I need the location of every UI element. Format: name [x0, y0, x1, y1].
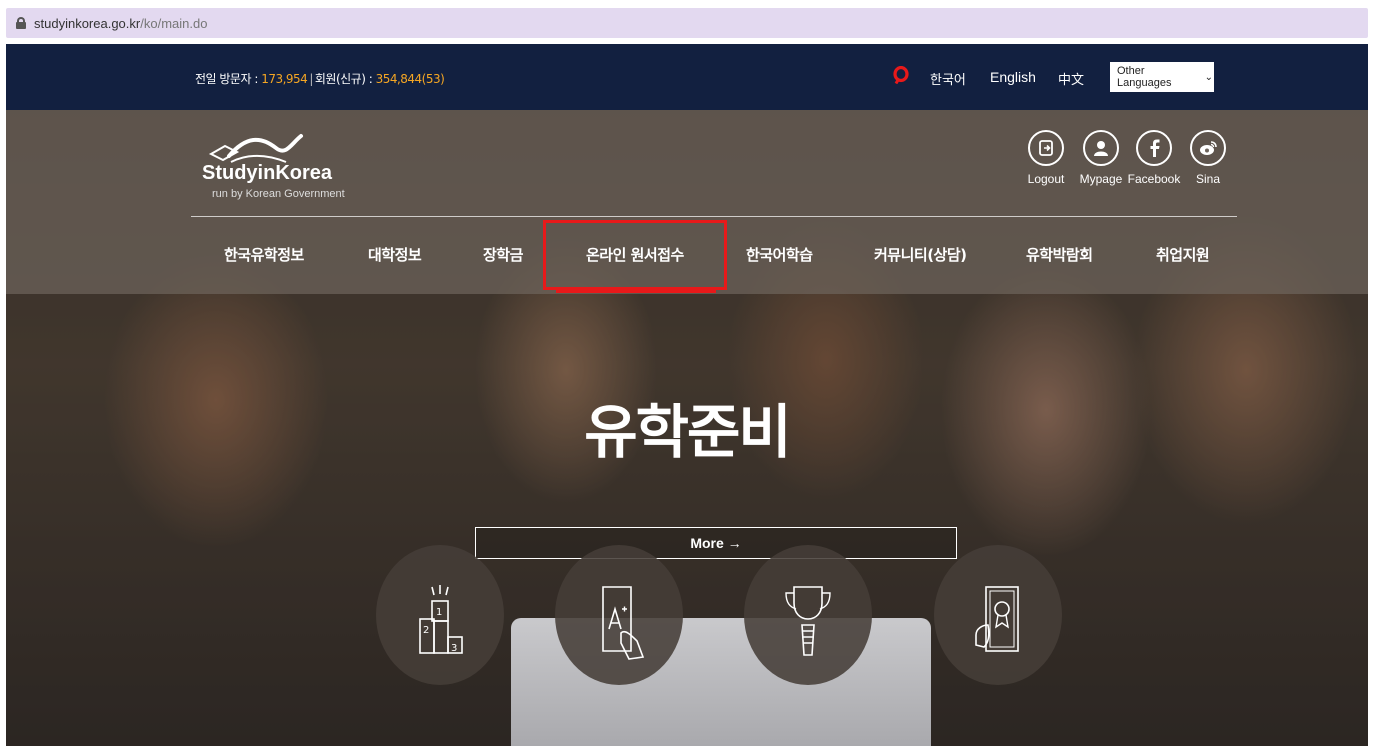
mypage-label: Mypage: [1079, 172, 1123, 186]
sina-label: Sina: [1195, 172, 1221, 186]
sina-link[interactable]: Sina: [1178, 130, 1238, 186]
more-button[interactable]: More →: [475, 527, 957, 559]
nav-community[interactable]: 커뮤니티(상담): [874, 244, 967, 265]
members-label: 회원(신규) :: [314, 72, 376, 86]
facebook-icon: [1136, 130, 1172, 166]
nav-scholarship[interactable]: 장학금: [483, 244, 523, 265]
facebook-label: Facebook: [1127, 172, 1181, 186]
a-plus-grade-icon: [602, 586, 645, 660]
nav-study-fair[interactable]: 유학박람회: [1026, 244, 1093, 265]
top-utility-bar: 전일 방문자 : 173,954 | 회원(신규) : 354,844(53) 한국…: [6, 44, 1368, 110]
quick-link-trophy[interactable]: [744, 545, 872, 685]
nav-university-info[interactable]: 대학정보: [368, 244, 422, 265]
mypage-icon: [1083, 130, 1119, 166]
logo-title[interactable]: StudyinKorea: [202, 162, 332, 185]
browser-address-bar[interactable]: studyinkorea.go.kr/ko/main.do: [6, 8, 1368, 38]
members-count: 354,844(53): [375, 72, 445, 86]
svg-text:3: 3: [451, 643, 457, 654]
lang-chinese-link[interactable]: 中文: [1058, 69, 1084, 88]
quick-link-grade[interactable]: [555, 545, 683, 685]
hero-headline: 유학준비: [584, 398, 791, 466]
header-divider: [191, 216, 1237, 217]
nav-korean-learning[interactable]: 한국어학습: [746, 244, 813, 265]
logo-subtitle: run by Korean Government: [212, 188, 345, 200]
hero-banner: StudyinKorea run by Korean Government Lo…: [6, 110, 1368, 746]
url-domain: studyinkorea.go.kr: [34, 15, 141, 31]
logout-icon: [1028, 130, 1064, 166]
logout-link[interactable]: Logout: [1016, 130, 1076, 186]
nav-employment-support[interactable]: 취업지원: [1156, 244, 1210, 265]
trophy-icon: [785, 586, 831, 656]
sina-icon: [1190, 130, 1226, 166]
nav-study-info[interactable]: 한국유학정보: [224, 244, 304, 265]
svg-text:1: 1: [436, 607, 442, 618]
lock-icon: [16, 17, 26, 29]
url-path: /ko/main.do: [140, 15, 208, 31]
other-languages-label: Other Languages: [1117, 65, 1172, 89]
nav-highlight-box: [543, 220, 727, 290]
stats-separator: |: [309, 72, 313, 86]
quick-link-certificate[interactable]: [934, 545, 1062, 685]
url-text: studyinkorea.go.kr/ko/main.do: [34, 16, 207, 31]
lang-english-link[interactable]: English: [990, 69, 1036, 85]
quick-link-ranking[interactable]: 1 2 3: [376, 545, 504, 685]
chevron-down-icon: ⌄: [1204, 71, 1213, 83]
other-languages-select[interactable]: Other Languages ⌄: [1110, 62, 1214, 92]
search-icon[interactable]: [892, 66, 910, 84]
visitor-stats: 전일 방문자 : 173,954 | 회원(신규) : 354,844(53): [195, 70, 445, 87]
lang-korean-link[interactable]: 한국어: [930, 69, 966, 88]
page: studyinkorea.go.kr/ko/main.do 전일 방문자 : 1…: [0, 0, 1374, 746]
visitors-label: 전일 방문자 :: [195, 72, 262, 86]
visitors-count: 173,954: [261, 72, 308, 86]
mypage-link[interactable]: Mypage: [1071, 130, 1131, 186]
certificate-icon: [975, 586, 1019, 652]
facebook-link[interactable]: Facebook: [1124, 130, 1184, 186]
logout-label: Logout: [1027, 172, 1065, 186]
ranking-podium-icon: 1 2 3: [419, 585, 463, 654]
svg-text:2: 2: [423, 625, 429, 636]
nav-active-underline: [556, 289, 716, 293]
